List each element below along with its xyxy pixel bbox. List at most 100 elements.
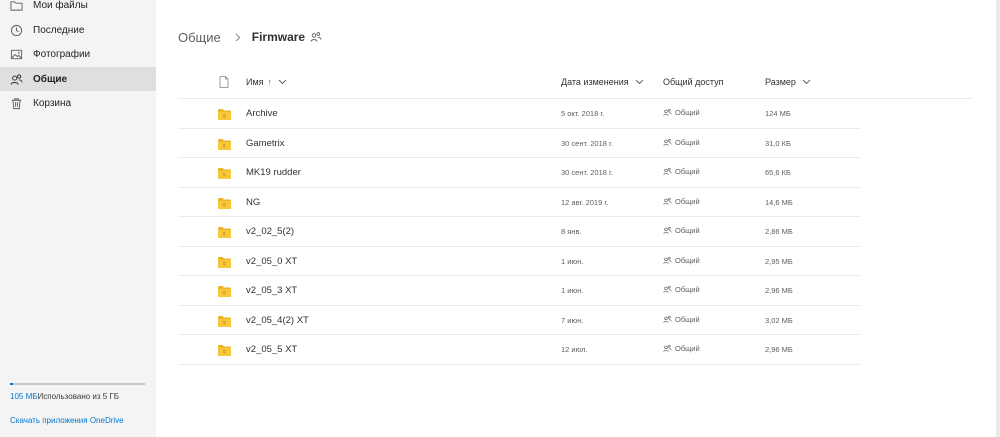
file-sharing-label: Общий xyxy=(675,344,700,353)
sidebar-item-label: Мои файлы xyxy=(33,0,88,11)
file-sharing: Общий xyxy=(663,256,700,265)
column-header-modified[interactable]: Дата изменения xyxy=(561,77,644,87)
column-header-size-label: Размер xyxy=(765,77,796,87)
storage-progress-fill xyxy=(10,383,13,385)
file-list-rows: Archive 5 окт. 2018 г. Общий 124 МБ Game… xyxy=(178,99,972,365)
file-name[interactable]: Archive xyxy=(246,108,278,119)
file-modified: 12 июл. xyxy=(561,345,588,354)
people-icon xyxy=(663,285,672,293)
storage-usage-text[interactable]: 105 МБИспользовано из 5 ГБ xyxy=(10,392,119,401)
sidebar-item-recycle-bin[interactable]: Корзина xyxy=(0,91,156,115)
storage-total: Использовано из 5 ГБ xyxy=(37,392,120,401)
column-header-size[interactable]: Размер xyxy=(765,77,811,87)
column-header-sharing[interactable]: Общий доступ xyxy=(663,77,723,87)
file-modified: 12 авг. 2019 г. xyxy=(561,197,609,207)
file-name[interactable]: NG xyxy=(246,197,260,208)
people-icon xyxy=(663,197,672,205)
chevron-down-icon xyxy=(802,79,811,85)
people-icon xyxy=(663,226,672,234)
folder-icon xyxy=(218,109,231,120)
sidebar-item-recent[interactable]: Последние xyxy=(0,18,156,42)
file-name[interactable]: v2_05_4(2) XT xyxy=(246,315,309,326)
table-row[interactable]: Archive 5 окт. 2018 г. Общий 124 МБ xyxy=(178,99,860,129)
column-header-sharing-label: Общий доступ xyxy=(663,77,724,87)
file-sharing-label: Общий xyxy=(675,108,700,117)
folder-icon xyxy=(218,286,231,297)
people-icon xyxy=(663,167,672,175)
breadcrumb-root[interactable]: Общие xyxy=(178,30,221,45)
folder-icon xyxy=(218,345,231,356)
table-row[interactable]: v2_05_4(2) XT 7 июн. Общий 3,02 МБ xyxy=(178,306,860,335)
file-size: 65,6 КБ xyxy=(765,168,791,177)
file-name[interactable]: v2_05_3 XT xyxy=(246,285,297,296)
sidebar-item-photos[interactable]: Фотографии xyxy=(0,42,156,66)
file-sharing: Общий xyxy=(663,285,700,294)
chevron-down-icon xyxy=(635,79,643,85)
table-row[interactable]: v2_05_0 XT 1 июн. Общий 2,95 МБ xyxy=(178,247,860,276)
people-icon xyxy=(663,315,672,323)
sidebar-item-shared[interactable]: Общие xyxy=(0,67,156,91)
file-size: 2,96 МБ xyxy=(765,286,793,295)
sidebar-item-label: Фотографии xyxy=(33,48,91,60)
table-row[interactable]: NG 12 авг. 2019 г. Общий 14,6 МБ xyxy=(178,188,860,217)
page-title: Firmware xyxy=(251,30,306,44)
people-icon xyxy=(663,138,672,146)
chevron-right-icon xyxy=(233,33,242,42)
file-modified: 7 июн. xyxy=(561,315,584,325)
folder-icon xyxy=(218,227,231,238)
chevron-down-icon xyxy=(278,79,287,85)
file-name[interactable]: Gametrix xyxy=(246,138,285,149)
file-list: Имя ↑ Дата изменения Общий доступ Размер… xyxy=(178,68,972,365)
file-sharing-label: Общий xyxy=(675,226,700,235)
column-header-name[interactable]: Имя ↑ xyxy=(246,77,287,87)
file-sharing: Общий xyxy=(663,315,700,324)
file-type-icon[interactable] xyxy=(219,76,229,88)
table-row[interactable]: MK19 rudder 30 сент. 2018 г. Общий 65,6 … xyxy=(178,158,860,188)
folder-icon xyxy=(218,138,231,150)
sort-ascending-icon: ↑ xyxy=(267,77,273,87)
file-sharing: Общий xyxy=(663,108,700,117)
file-sharing-label: Общий xyxy=(675,285,700,294)
file-name[interactable]: v2_02_5(2) xyxy=(246,226,294,237)
file-size: 31,0 КБ xyxy=(765,138,791,148)
column-header-name-label: Имя xyxy=(246,77,264,87)
sidebar-item-label: Последние xyxy=(33,24,85,36)
file-size: 2,86 МБ xyxy=(765,227,793,236)
file-sharing: Общий xyxy=(663,344,700,353)
file-name[interactable]: MK19 rudder xyxy=(246,167,301,178)
storage-used: 105 МБ xyxy=(10,392,38,401)
folder-icon xyxy=(218,168,231,179)
table-row[interactable]: v2_02_5(2) 8 янв. Общий 2,86 МБ xyxy=(178,217,860,247)
file-size: 14,6 МБ xyxy=(765,197,793,207)
get-apps-link[interactable]: Скачать приложения OneDrive xyxy=(10,416,124,425)
folder-icon xyxy=(218,197,231,209)
sidebar: Мои файлы Последние Фотографии Общие Кор… xyxy=(0,0,156,437)
file-list-header: Имя ↑ Дата изменения Общий доступ Размер xyxy=(178,68,972,99)
sidebar-item-label: Корзина xyxy=(33,97,72,109)
clock-icon xyxy=(9,23,23,37)
people-icon xyxy=(9,72,23,86)
file-name[interactable]: v2_05_5 XT xyxy=(246,344,297,355)
photo-icon xyxy=(9,47,23,61)
file-sharing-label: Общий xyxy=(675,167,700,176)
sidebar-item-my-files[interactable]: Мои файлы xyxy=(0,0,156,17)
file-sharing: Общий xyxy=(663,197,700,206)
file-name[interactable]: v2_05_0 XT xyxy=(246,256,297,267)
file-modified: 30 сент. 2018 г. xyxy=(561,168,613,177)
table-row[interactable]: v2_05_3 XT 1 июн. Общий 2,96 МБ xyxy=(178,276,860,306)
folder-icon xyxy=(218,256,231,268)
storage-progress-bar xyxy=(10,383,145,385)
file-modified: 5 окт. 2018 г. xyxy=(561,109,605,118)
column-header-modified-label: Дата изменения xyxy=(561,77,629,87)
file-sharing: Общий xyxy=(663,226,700,235)
file-sharing-label: Общий xyxy=(675,137,700,147)
file-size: 3,02 МБ xyxy=(765,315,793,325)
file-size: 124 МБ xyxy=(765,109,791,118)
people-icon xyxy=(663,256,672,264)
window-edge xyxy=(996,0,1000,437)
breadcrumb: Общие Firmware xyxy=(178,28,322,46)
shared-people-icon[interactable] xyxy=(310,31,322,43)
table-row[interactable]: Gametrix 30 сент. 2018 г. Общий 31,0 КБ xyxy=(178,129,860,158)
file-modified: 1 июн. xyxy=(561,286,584,295)
table-row[interactable]: v2_05_5 XT 12 июл. Общий 2,96 МБ xyxy=(178,335,860,365)
